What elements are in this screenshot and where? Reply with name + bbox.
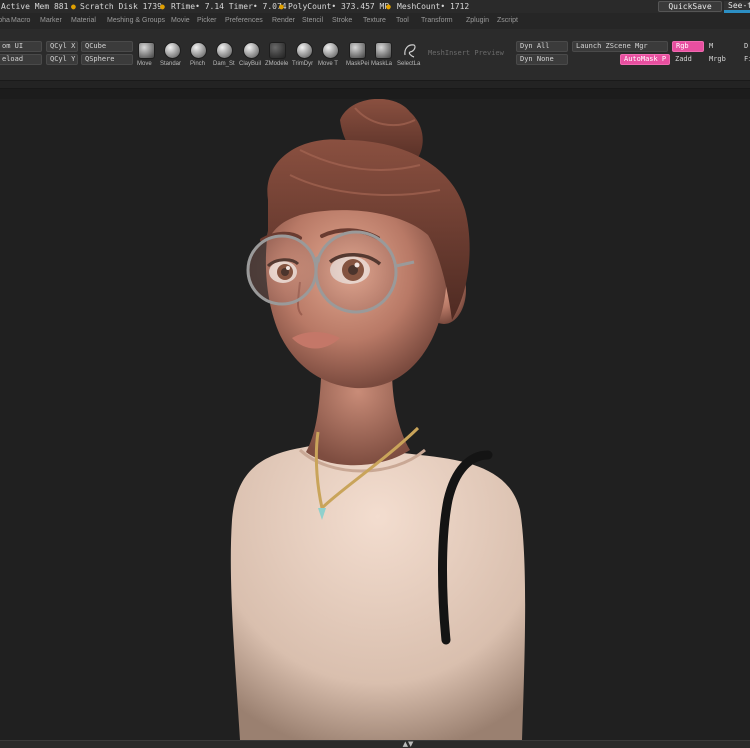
- document-canvas[interactable]: [0, 99, 750, 740]
- menu-bar: Alpha Macro Marker Material Meshing & Gr…: [0, 13, 750, 29]
- toolbar: om UI eload QCyl X QCyl Y QCube QSphere …: [0, 29, 750, 81]
- reload-button[interactable]: eload: [0, 54, 42, 65]
- qsphere-button[interactable]: QSphere: [81, 54, 133, 65]
- shirt: [230, 442, 526, 740]
- masklasso-brush-icon[interactable]: [375, 42, 392, 59]
- dyn-none-button[interactable]: Dyn None: [516, 54, 568, 65]
- menu-picker[interactable]: Picker: [197, 13, 216, 29]
- menu-meshing[interactable]: Meshing & Groups: [107, 13, 165, 29]
- selectlasso-brush-icon[interactable]: [402, 42, 418, 59]
- brush-label: ClayBuil: [239, 61, 262, 67]
- qcyl-y-button[interactable]: QCyl Y: [46, 54, 78, 65]
- dam-standard-brush-icon[interactable]: [216, 42, 233, 59]
- meshcount: MeshCount• 1712: [397, 2, 470, 11]
- canvas-header: [0, 89, 750, 99]
- maskpen-brush-icon[interactable]: [349, 42, 366, 59]
- status-dot: ●: [386, 2, 391, 11]
- menu-movie[interactable]: Movie: [171, 13, 190, 29]
- launch-zscene-mgr-button[interactable]: Launch ZScene Mgr: [572, 41, 668, 52]
- menu-tool[interactable]: Tool: [396, 13, 409, 29]
- automask-button[interactable]: AutoMask P: [620, 54, 670, 65]
- menu-zscript[interactable]: Zscript: [497, 13, 518, 29]
- menu-texture[interactable]: Texture: [363, 13, 386, 29]
- menu-alpha[interactable]: Alpha: [0, 13, 10, 29]
- polycount: PolyCount• 373.457 MP: [288, 2, 390, 11]
- brush-label: MaskPei: [346, 61, 370, 67]
- active-mem: Active Mem 881: [1, 2, 69, 11]
- status-dot: ●: [279, 2, 284, 11]
- scratch-disk: Scratch Disk 1739: [80, 2, 162, 11]
- rgb-toggle[interactable]: Rgb: [672, 41, 704, 52]
- menu-macro[interactable]: Macro: [11, 13, 30, 29]
- standard-brush-icon[interactable]: [164, 42, 181, 59]
- quicksave-button[interactable]: QuickSave: [658, 1, 722, 12]
- menu-preferences[interactable]: Preferences: [225, 13, 263, 29]
- menu-material[interactable]: Material: [71, 13, 96, 29]
- menu-marker[interactable]: Marker: [40, 13, 62, 29]
- status-bar: Active Mem 881 ● Scratch Disk 1739 ● RTi…: [0, 0, 750, 13]
- brush-label: TrimDyr: [292, 61, 314, 67]
- brush-label: Standar: [160, 61, 182, 67]
- pinch-brush-icon[interactable]: [190, 42, 207, 59]
- menu-stencil[interactable]: Stencil: [302, 13, 323, 29]
- menu-zplugin[interactable]: Zplugin: [466, 13, 489, 29]
- brush-label: Move T: [318, 61, 338, 67]
- claybuildup-brush-icon[interactable]: [243, 42, 260, 59]
- brush-label: Move: [137, 61, 152, 67]
- status-dot: ●: [71, 2, 76, 11]
- brush-label: Dam_St: [213, 61, 235, 67]
- menu-transform[interactable]: Transform: [421, 13, 453, 29]
- brush-label: Pinch: [190, 61, 206, 67]
- m-toggle[interactable]: M: [709, 41, 713, 52]
- glasses-right-lens: [314, 230, 398, 314]
- d-toggle[interactable]: D: [744, 41, 748, 52]
- zmodeler-brush-icon[interactable]: [269, 42, 286, 59]
- fill-toggle[interactable]: Fi: [744, 54, 750, 65]
- glasses-left-lens: [246, 234, 318, 306]
- move-brush-icon[interactable]: [138, 42, 155, 59]
- brush-label: ZModele: [265, 61, 289, 67]
- brush-label: SelectLa: [397, 61, 421, 67]
- menu-stroke[interactable]: Stroke: [332, 13, 352, 29]
- qcyl-x-button[interactable]: QCyl X: [46, 41, 78, 52]
- character-render: [230, 99, 526, 740]
- rtime-timer: RTime• 7.14 Timer• 7.074: [171, 2, 287, 11]
- options-strip: [0, 81, 750, 89]
- zadd-toggle[interactable]: Zadd: [675, 54, 692, 65]
- bottom-bar: [0, 740, 750, 748]
- status-dot: ●: [160, 2, 165, 11]
- qcube-button[interactable]: QCube: [81, 41, 133, 52]
- mrgb-toggle[interactable]: Mrgb: [709, 54, 726, 65]
- custom-ui-button[interactable]: om UI: [0, 41, 42, 52]
- brush-label: MaskLa: [371, 61, 393, 67]
- move-topological-brush-icon[interactable]: [322, 42, 339, 59]
- meshinsert-preview[interactable]: MeshInsert Preview: [428, 49, 504, 57]
- menu-render[interactable]: Render: [272, 13, 295, 29]
- trimdynamic-brush-icon[interactable]: [296, 42, 313, 59]
- expand-arrow-icon[interactable]: ▲▼: [398, 740, 418, 748]
- dyn-all-button[interactable]: Dyn All: [516, 41, 568, 52]
